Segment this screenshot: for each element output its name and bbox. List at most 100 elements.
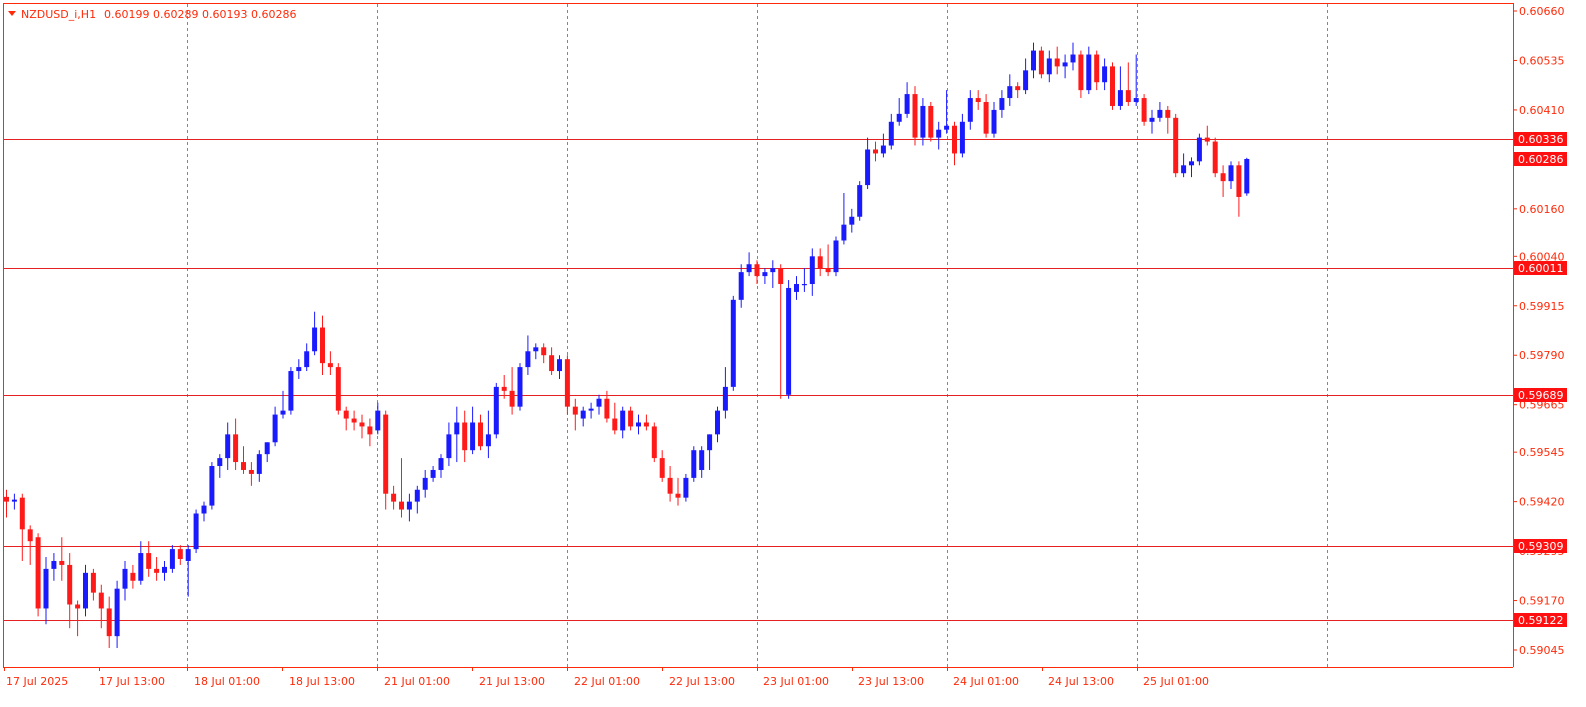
candle-body [438,458,444,470]
candle[interactable] [1212,137,1218,178]
candle[interactable] [912,86,918,146]
price-chart-svg[interactable]: 0.60660 0.60535 0.60410 0.60286 0.60160 0.600… [0,0,1586,703]
candle-body [778,268,784,285]
candle-body [446,434,452,459]
candle[interactable] [928,102,934,142]
candle[interactable] [857,181,863,221]
candle[interactable] [1038,46,1044,79]
time-label: 17 Jul 2025 [6,675,68,688]
candle-body [327,363,333,368]
candle-body [983,102,989,134]
time-label: 18 Jul 01:00 [194,675,260,688]
candle-body [604,398,610,419]
candle-body [841,224,847,241]
candle-body [209,466,215,506]
candle-body [596,398,602,407]
candle[interactable] [35,533,41,617]
time-label: 22 Jul 01:00 [574,675,640,688]
candle-body [288,371,294,411]
price-chart[interactable]: 0.60660 0.60535 0.60410 0.60286 0.60160 0.600… [0,0,1586,703]
candle-body [533,347,539,352]
candle-body [865,149,871,186]
candle-body [1117,90,1123,106]
time-label: 18 Jul 13:00 [289,675,355,688]
candle-body [754,264,760,277]
candle[interactable] [1173,113,1179,178]
candle-body [1212,141,1218,174]
candle-body [256,454,262,474]
candle-body [248,469,254,474]
candle-body [90,572,96,593]
candle-body [636,422,641,427]
price-tick-label: 0.60410 [1519,104,1565,117]
candle-body [572,406,578,415]
candle-body [1244,158,1250,194]
candle-body [691,450,697,478]
candle-body [1149,117,1155,122]
candle-body [1181,165,1187,174]
candle-body [485,434,491,447]
candle[interactable] [169,545,175,573]
candle[interactable] [730,295,736,391]
candle-body [51,560,57,569]
candle[interactable] [1196,133,1202,166]
candle[interactable] [683,473,689,502]
candle[interactable] [564,355,570,415]
candle-body [351,418,357,423]
candle[interactable] [833,236,839,277]
time-label: 23 Jul 01:00 [763,675,829,688]
time-label: 21 Jul 13:00 [479,675,545,688]
candle-body [470,422,476,451]
candle-body [525,351,531,368]
candle[interactable] [288,367,294,415]
candle-body [936,129,942,138]
candle-body [1196,137,1202,162]
candle-body [722,386,728,411]
candle-body [1204,137,1210,142]
candle-body [809,256,815,285]
candle[interactable] [1110,62,1115,110]
candle[interactable] [691,446,697,482]
candle[interactable] [209,462,215,510]
candle[interactable] [193,509,199,554]
candle-body [549,355,555,372]
candle-body [952,125,957,154]
candle-body [509,390,515,407]
candle-body [312,327,318,352]
candle-body [794,284,799,292]
candle-body [414,489,420,502]
candle-body [667,477,673,494]
candle-body [612,418,618,431]
candle[interactable] [517,363,523,411]
candle-body [367,426,373,435]
candle-body [707,434,713,451]
candle-body [659,458,665,478]
candle[interactable] [335,363,341,415]
candle-body [588,408,594,411]
candle-body [817,256,823,269]
candle-body [454,422,460,435]
candle-body [11,499,17,502]
candle[interactable] [651,422,657,463]
candle-body [991,109,997,134]
candle-body [683,477,689,498]
candle-body [912,94,918,138]
candle[interactable] [1244,157,1250,196]
candle-body [241,462,246,470]
candle-body [959,121,965,154]
candle-body [651,426,657,459]
time-label: 22 Jul 13:00 [669,675,735,688]
candle-body [888,121,894,146]
time-label: 23 Jul 13:00 [858,675,924,688]
candle[interactable] [1141,94,1147,126]
price-tick-label: 0.59420 [1519,496,1565,509]
candle-body [217,458,223,467]
candle-body [746,264,752,273]
candle-body [730,299,736,387]
candle-body [928,105,934,138]
candle[interactable] [493,382,499,439]
candle[interactable] [786,280,792,399]
candle-body [1157,109,1163,118]
candle-body [35,537,41,609]
candle-body [162,566,167,573]
